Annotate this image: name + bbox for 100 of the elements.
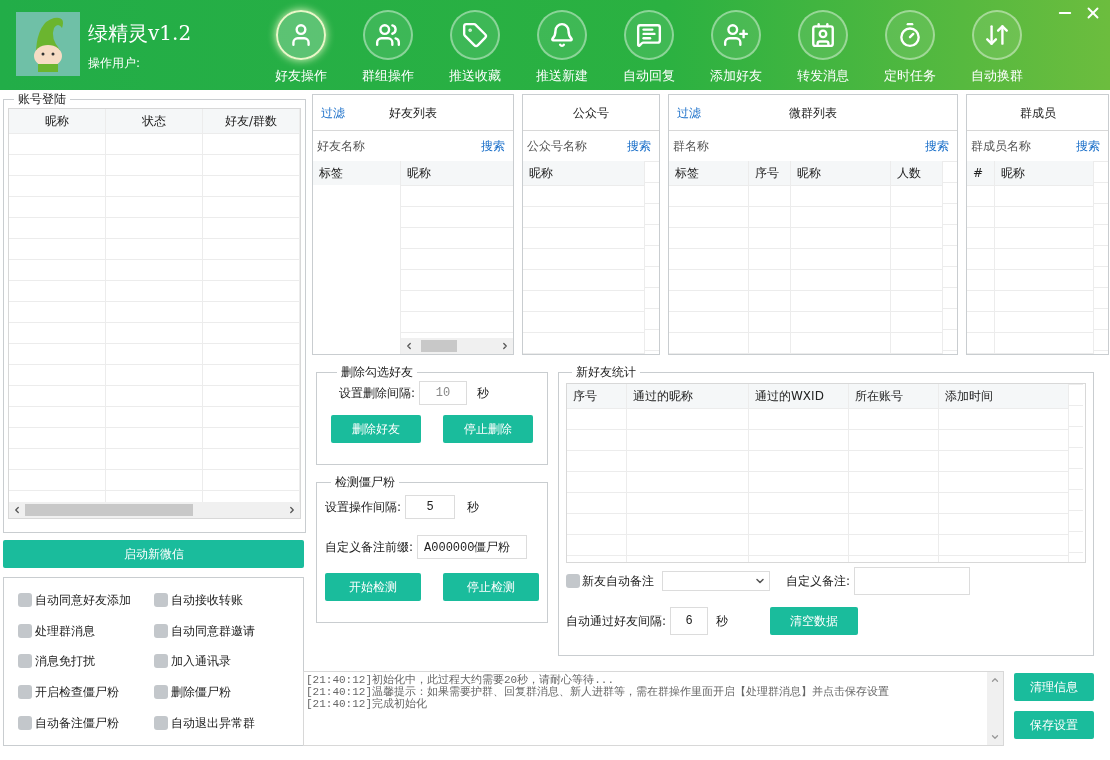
column-header: 通过的昵称 — [627, 384, 748, 408]
nav-tab[interactable]: 群组操作 — [344, 10, 432, 86]
nav-tab[interactable]: 定时任务 — [866, 10, 954, 86]
column-header: 昵称 — [401, 161, 513, 185]
checkbox[interactable] — [18, 685, 32, 700]
scroll-right-icon[interactable] — [287, 505, 297, 515]
column-header: 昵称 — [9, 109, 105, 133]
scroll-right-icon[interactable] — [500, 341, 510, 351]
column-header: # — [967, 161, 994, 185]
nav-tab[interactable]: 添加好友 — [692, 10, 780, 86]
option-label: 加入通讯录 — [170, 653, 231, 671]
checkbox[interactable] — [153, 593, 168, 608]
chat-bubble-icon — [635, 22, 662, 48]
search-link[interactable]: 搜索 — [921, 137, 953, 155]
swap-arrows-icon — [983, 22, 1010, 48]
column-header: 添加时间 — [939, 384, 1068, 408]
nav-tab[interactable]: 推送收藏 — [431, 10, 519, 86]
dropdown[interactable] — [662, 571, 770, 591]
search-link[interactable]: 搜索 — [623, 137, 655, 155]
bell-icon — [548, 22, 575, 48]
add-person-icon — [722, 22, 749, 48]
checkbox[interactable] — [153, 685, 168, 700]
log-line: [21:40:12]完成初始化 — [306, 698, 427, 710]
search-link[interactable]: 搜索 — [477, 137, 509, 155]
filter-link[interactable]: 过滤 — [677, 103, 737, 122]
field-label: 自定义备注: — [786, 573, 851, 590]
action-button[interactable]: 删除好友 — [331, 415, 421, 443]
column-header: 序号 — [567, 384, 626, 408]
nav-tab[interactable]: 推送新建 — [518, 10, 606, 86]
group-title: 账号登陆 — [17, 91, 67, 108]
column-header: 标签 — [669, 161, 748, 185]
field-label: 设置操作间隔: — [325, 499, 402, 516]
log-line: [21:40:12]初始化中，此过程大约需要20秒，请耐心等待... — [306, 674, 616, 686]
column-header: 状态 — [106, 109, 202, 133]
option-label: 新友自动备注 — [582, 573, 654, 590]
option-label: 开启检查僵尸粉 — [35, 684, 119, 702]
search-field[interactable]: 好友名称 — [317, 137, 477, 155]
action-button[interactable]: 清空数据 — [770, 607, 859, 635]
column-header: 昵称 — [995, 161, 1093, 185]
column-header: 序号 — [749, 161, 790, 185]
action-button[interactable]: 停止检测 — [443, 573, 539, 601]
column-header: 标签 — [313, 161, 400, 185]
nav-tab[interactable]: 自动回复 — [605, 10, 693, 86]
vertical-scrollbar[interactable] — [987, 672, 1003, 745]
input-field[interactable]: 10 — [419, 381, 468, 405]
column-header: 昵称 — [523, 161, 644, 185]
panel-title: 好友列表 — [388, 104, 438, 122]
field-label: 自定义备注前缀: — [325, 539, 414, 556]
checkbox[interactable] — [18, 623, 32, 638]
option-label: 处理群消息 — [35, 622, 95, 640]
search-field[interactable]: 群成员名称 — [971, 137, 1072, 155]
filter-link[interactable]: 过滤 — [321, 103, 381, 122]
column-header: 昵称 — [791, 161, 890, 185]
scroll-left-icon[interactable] — [12, 505, 22, 515]
action-button[interactable]: 保存设置 — [1014, 711, 1094, 739]
action-button[interactable]: 停止删除 — [443, 415, 533, 443]
panel-title: 公众号 — [572, 104, 610, 122]
horizontal-scrollbar[interactable] — [401, 338, 513, 354]
checkbox[interactable] — [18, 593, 32, 608]
scroll-down-icon[interactable] — [990, 732, 1000, 742]
field-label: 秒 — [716, 613, 729, 630]
tag-icon — [461, 22, 488, 48]
nav-tab[interactable]: 好友操作 — [257, 10, 345, 86]
field-label: 设置删除间隔: — [339, 385, 416, 402]
contact-card-icon — [809, 22, 836, 48]
checkbox[interactable] — [153, 654, 168, 669]
group-title: 删除勾选好友 — [340, 364, 414, 381]
action-button[interactable]: 开始检测 — [325, 573, 421, 601]
search-field[interactable]: 公众号名称 — [527, 137, 623, 155]
scroll-left-icon[interactable] — [404, 341, 414, 351]
checkbox[interactable] — [566, 574, 580, 588]
checkbox[interactable] — [18, 715, 32, 730]
panel-title: 群成员 — [1018, 104, 1057, 122]
gnome-logo-drawing — [16, 12, 80, 76]
input-field[interactable]: 5 — [405, 495, 456, 519]
panel-title: 微群列表 — [788, 104, 838, 122]
scroll-up-icon[interactable] — [990, 675, 1000, 685]
nav-tab[interactable]: 自动换群 — [953, 10, 1041, 86]
search-field[interactable]: 群名称 — [673, 137, 921, 155]
action-button[interactable]: 启动新微信 — [3, 540, 304, 568]
action-button[interactable]: 清理信息 — [1014, 673, 1094, 701]
input-field[interactable] — [854, 567, 971, 595]
option-label: 自动备注僵尸粉 — [35, 714, 119, 732]
option-label: 消息免打扰 — [35, 653, 95, 671]
column-header: 人数 — [891, 161, 942, 185]
app-title: 绿精灵v1.2 — [88, 20, 192, 47]
checkbox[interactable] — [153, 623, 168, 638]
group-title: 新好友统计 — [575, 364, 637, 381]
checkbox[interactable] — [18, 654, 32, 669]
nav-tab[interactable]: 转发消息 — [779, 10, 867, 86]
input-field[interactable]: 6 — [670, 607, 709, 635]
field-label: 秒 — [467, 499, 480, 516]
search-link[interactable]: 搜索 — [1072, 137, 1104, 155]
horizontal-scrollbar[interactable] — [9, 502, 300, 518]
checkbox[interactable] — [153, 715, 168, 730]
column-header: 好友/群数 — [203, 109, 299, 133]
user-label: 操作用户: — [88, 55, 142, 72]
input-field[interactable]: A000000僵尸粉 — [417, 535, 528, 559]
option-label: 自动同意群邀请 — [170, 622, 255, 640]
field-label: 自动通过好友间隔: — [566, 613, 667, 630]
